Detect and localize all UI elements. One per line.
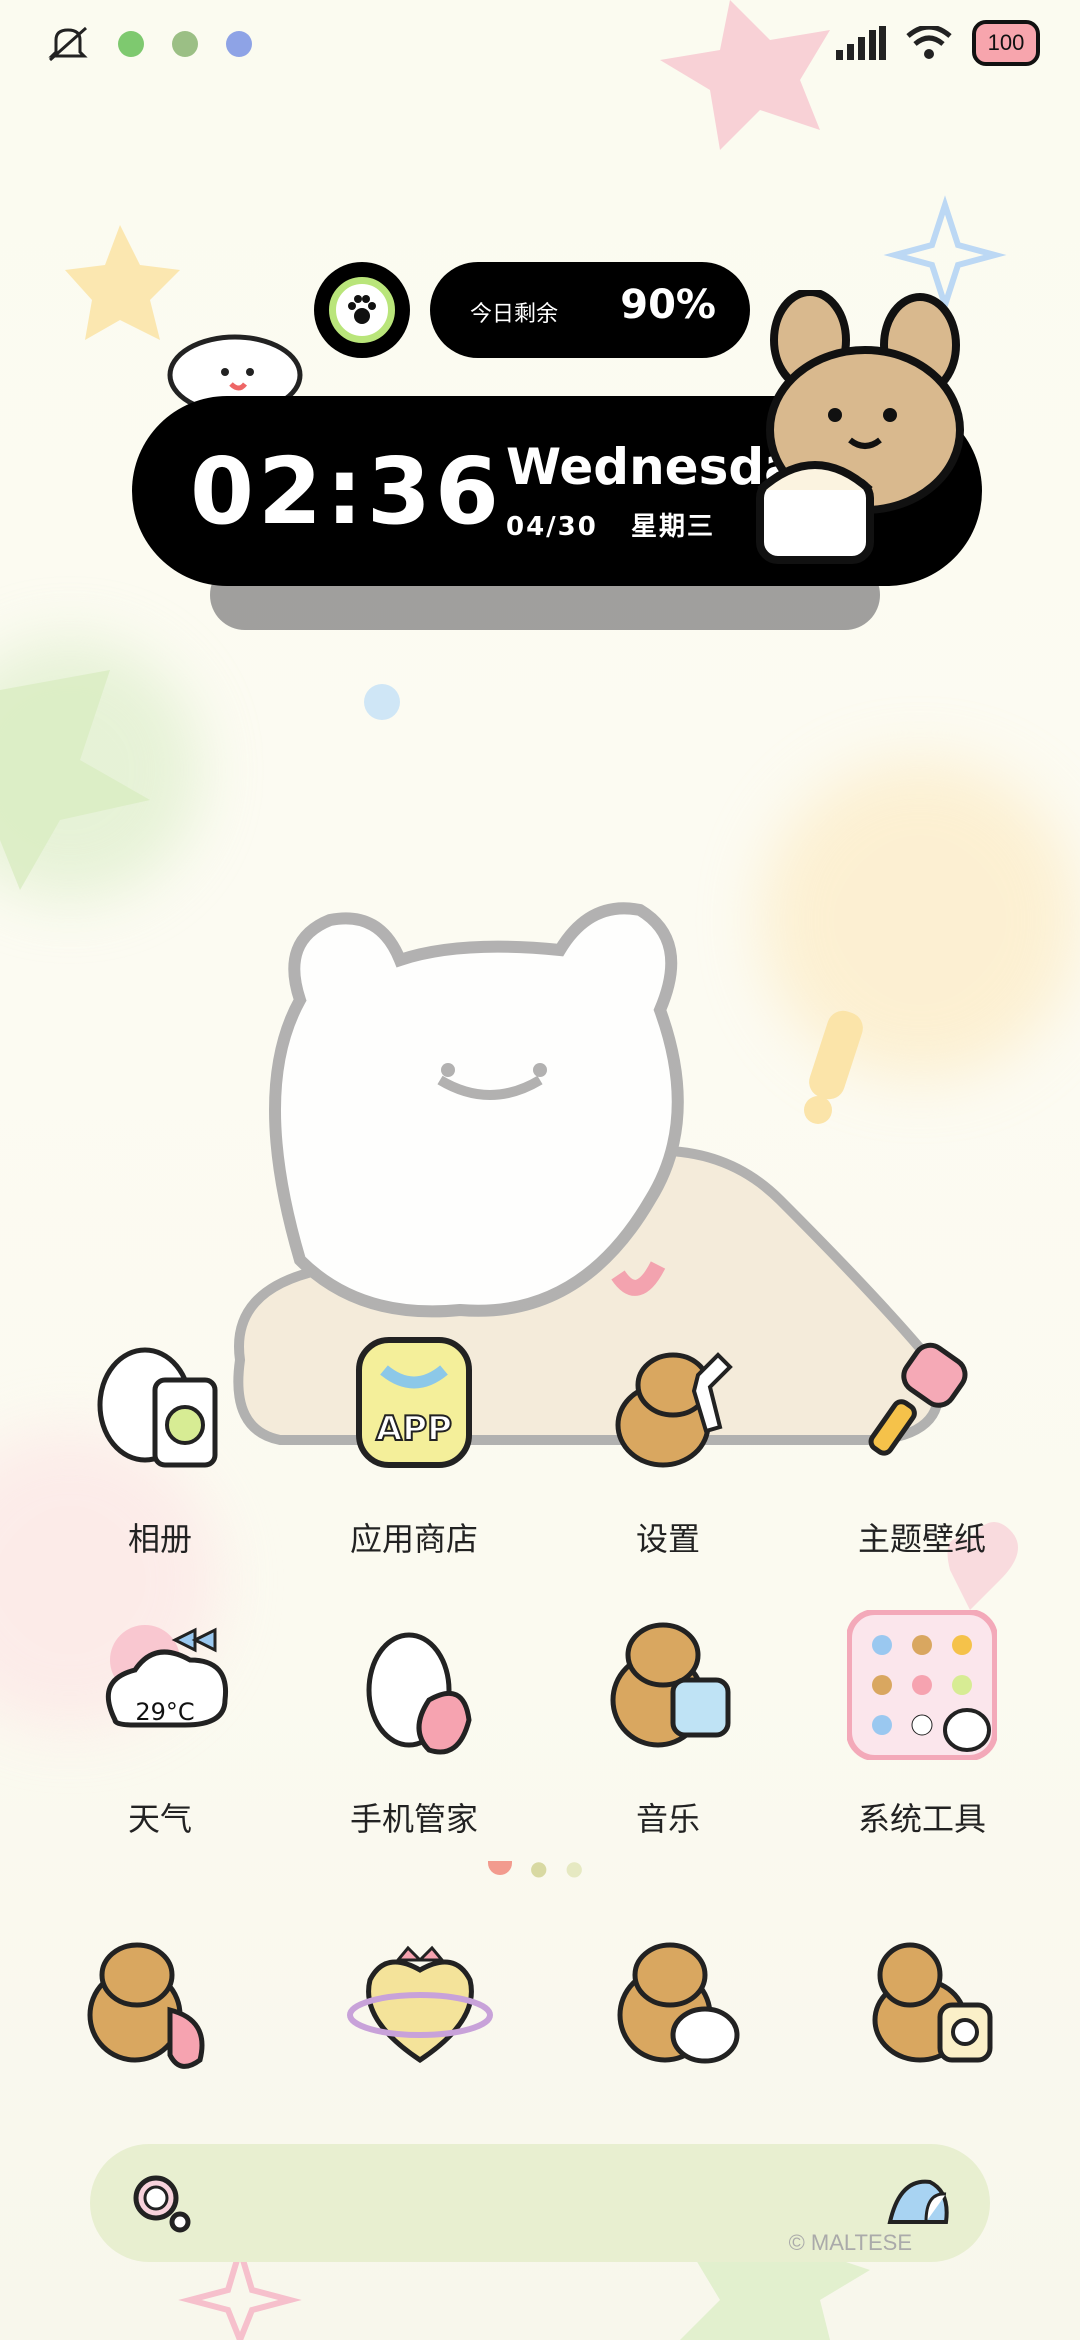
sparkle-decoration — [178, 2239, 302, 2340]
paw-dot-icon: ● — [565, 1856, 583, 1880]
paw-icon — [348, 295, 376, 324]
battery-indicator: 100 — [972, 20, 1040, 66]
wallpaper-credit: © MALTESE — [788, 2230, 912, 2255]
app-theme-wallpaper[interactable]: 主题壁纸 — [812, 1330, 1032, 1560]
app-notif-icon-2 — [172, 31, 198, 57]
app-music[interactable]: 音乐 — [558, 1610, 778, 1840]
search-icon — [133, 2175, 191, 2233]
step-ring[interactable] — [314, 262, 410, 358]
app-notif-icon-3 — [226, 31, 252, 57]
svg-text:APP: APP — [376, 1409, 452, 1449]
dock-camera[interactable] — [855, 1930, 1055, 2080]
app-store-icon: APP — [339, 1330, 489, 1480]
phone-manager-icon — [339, 1610, 489, 1760]
dock-messages[interactable] — [600, 1930, 800, 2080]
music-icon — [593, 1610, 743, 1760]
app-settings[interactable]: 设置 — [558, 1330, 778, 1560]
wifi-icon — [906, 26, 952, 59]
search-bar[interactable]: © MALTESE — [90, 2144, 990, 2262]
app-label: 应用商店 — [349, 1520, 478, 1558]
voice-feather-icon[interactable] — [886, 2178, 950, 2228]
app-album[interactable]: 相册 — [50, 1330, 270, 1560]
remaining-pill[interactable]: 今日剩余 90% — [430, 262, 750, 358]
app-label: 设置 — [635, 1520, 700, 1558]
bunny-sticker — [756, 290, 964, 564]
mute-icon — [48, 26, 88, 62]
theme-wallpaper-icon — [847, 1330, 997, 1480]
camera-icon — [872, 1942, 993, 2063]
weather-icon: 29°C — [85, 1610, 235, 1760]
svg-text:29°C: 29°C — [135, 1698, 194, 1726]
app-label: 系统工具 — [857, 1800, 986, 1838]
star-decoration — [0, 670, 150, 890]
app-app-store[interactable]: APP 应用商店 — [304, 1330, 524, 1560]
dock-browser[interactable] — [345, 1930, 545, 2080]
status-bar: 100 — [0, 0, 1080, 96]
clock-date: 04/30 星期三 — [506, 512, 716, 542]
exclamation-decoration — [809, 1010, 863, 1100]
app-label: 手机管家 — [349, 1800, 478, 1838]
floating-dot — [364, 684, 400, 720]
app-phone-manager[interactable]: 手机管家 — [304, 1610, 524, 1840]
settings-icon — [593, 1330, 743, 1480]
app-label: 音乐 — [635, 1800, 700, 1838]
remaining-value: 90% — [620, 282, 716, 328]
page-dot-active — [488, 1861, 512, 1875]
remaining-label: 今日剩余 — [470, 302, 559, 327]
clock-time: 02:36 — [190, 438, 503, 545]
signal-icon — [836, 26, 886, 60]
messages-icon — [617, 1942, 740, 2064]
album-icon — [85, 1330, 235, 1480]
system-tools-folder-icon — [846, 1609, 998, 1761]
dock-phone[interactable] — [65, 1930, 265, 2080]
app-label: 天气 — [127, 1800, 192, 1838]
app-label: 相册 — [127, 1520, 192, 1558]
app-system-tools[interactable]: 系统工具 — [812, 1609, 1032, 1840]
browser-icon — [347, 1945, 493, 2064]
paw-dot-icon: ● — [530, 1856, 548, 1880]
app-notif-icon-1 — [118, 31, 144, 57]
app-label: 主题壁纸 — [857, 1520, 986, 1558]
page-indicator[interactable]: ● ● — [488, 1856, 583, 1880]
phone-icon — [87, 1942, 205, 2069]
app-weather[interactable]: 29°C 天气 — [50, 1610, 270, 1840]
